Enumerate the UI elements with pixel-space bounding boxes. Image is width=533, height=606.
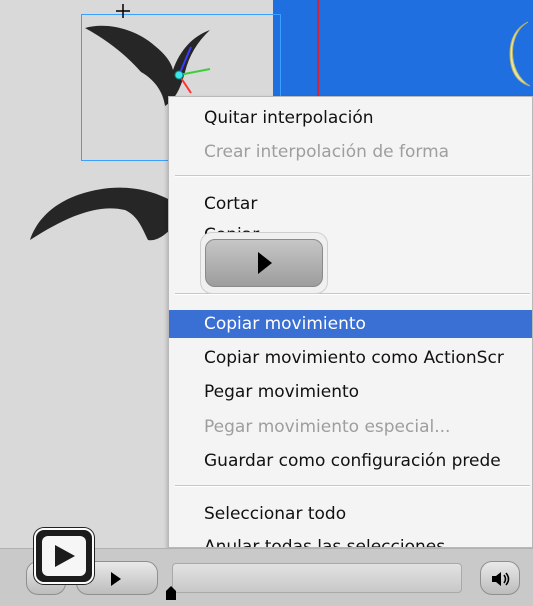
menu-item-save-as-preset[interactable]: Guardar como configuración prede <box>169 447 532 475</box>
menu-item-copy-motion-as-actionscript[interactable]: Copiar movimiento como ActionScr <box>169 344 532 372</box>
crosshair-icon <box>116 4 130 18</box>
play-icon <box>258 252 272 274</box>
play-button[interactable] <box>205 239 323 287</box>
menu-item-paste-motion-special: Pegar movimiento especial... <box>204 417 451 437</box>
guide-line <box>317 0 319 110</box>
speaker-icon <box>492 572 510 586</box>
big-play-face <box>42 536 86 576</box>
menu-separator <box>175 485 530 487</box>
background-sky <box>273 0 533 110</box>
video-play-overlay[interactable] <box>200 232 328 294</box>
play-icon <box>111 572 121 586</box>
menu-item-cut[interactable]: Cortar <box>169 190 532 218</box>
seek-thumb[interactable] <box>166 586 176 600</box>
menu-item-select-all[interactable]: Seleccionar todo <box>169 500 532 528</box>
play-icon <box>55 545 75 567</box>
menu-item-paste-motion[interactable]: Pegar movimiento <box>169 378 532 406</box>
big-play-button[interactable] <box>34 528 94 584</box>
3d-rotate-icon[interactable] <box>165 45 220 95</box>
menu-item-deselect-all[interactable]: Anular todas las selecciones <box>169 533 532 547</box>
menu-item-create-shape-tween: Crear interpolación de forma <box>204 142 450 162</box>
menu-item-remove-tween[interactable]: Quitar interpolación <box>169 104 532 132</box>
seek-bar[interactable] <box>172 563 462 593</box>
context-menu: Quitar interpolación Crear interpolación… <box>168 96 533 548</box>
volume-button[interactable] <box>480 561 520 595</box>
menu-item-copy-motion[interactable]: Copiar movimiento <box>169 310 532 338</box>
menu-separator <box>175 175 530 177</box>
moon-shape <box>509 21 531 87</box>
